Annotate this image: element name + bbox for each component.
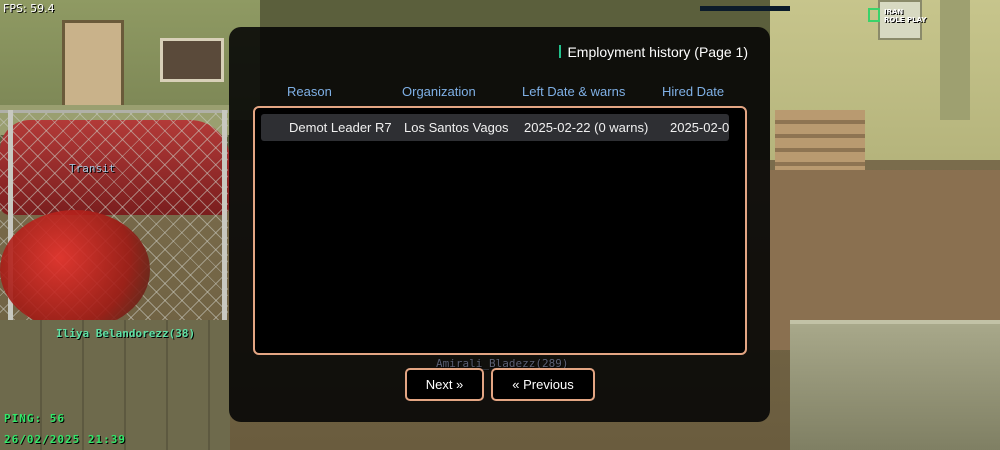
player-nametag: Iliya Belandorezz(38) (56, 327, 196, 340)
cell-organization: Los Santos Vagos (404, 120, 509, 135)
fps-counter: FPS: 59.4 (3, 2, 55, 15)
health-bar (700, 6, 790, 11)
date-time-display: 26/02/2025 21:39 (4, 433, 126, 446)
house-door (62, 20, 124, 116)
cell-left-date: 2025-02-22 (0 warns) (524, 120, 649, 135)
stone-wall-right (790, 320, 1000, 450)
server-logo: IRAN ROLE PLAY (868, 8, 930, 26)
fence-post (222, 110, 227, 320)
list-item[interactable]: Demot Leader R7 Los Santos Vagos 2025-02… (261, 114, 729, 141)
dialog-title-text: Employment history (Page 1) (567, 44, 748, 60)
column-header-organization: Organization (402, 84, 476, 99)
cell-hired-date: 2025-02-0 (670, 120, 729, 135)
previous-button[interactable]: « Previous (491, 368, 595, 401)
column-header-reason: Reason (287, 84, 332, 99)
stairs (775, 110, 865, 170)
employment-history-dialog: Employment history (Page 1) Reason Organ… (229, 27, 770, 422)
logo-line2: ROLE PLAY (884, 16, 927, 24)
logo-icon (868, 8, 880, 22)
cell-reason: Demot Leader R7 (289, 120, 392, 135)
red-flower-bush (0, 210, 150, 330)
ping-indicator: PING: 56 (4, 412, 65, 425)
vehicle-nametag: Transit (69, 162, 116, 175)
next-button[interactable]: Next » (405, 368, 484, 401)
title-accent-bar (559, 45, 562, 58)
house-window (160, 38, 224, 82)
column-header-left-date: Left Date & warns (522, 84, 626, 99)
dialog-title: Employment history (Page 1) (559, 44, 748, 60)
logo-line1: IRAN (884, 8, 904, 16)
history-list[interactable]: Demot Leader R7 Los Santos Vagos 2025-02… (253, 106, 747, 355)
house-pillar (940, 0, 970, 120)
column-header-hired-date: Hired Date (662, 84, 725, 99)
